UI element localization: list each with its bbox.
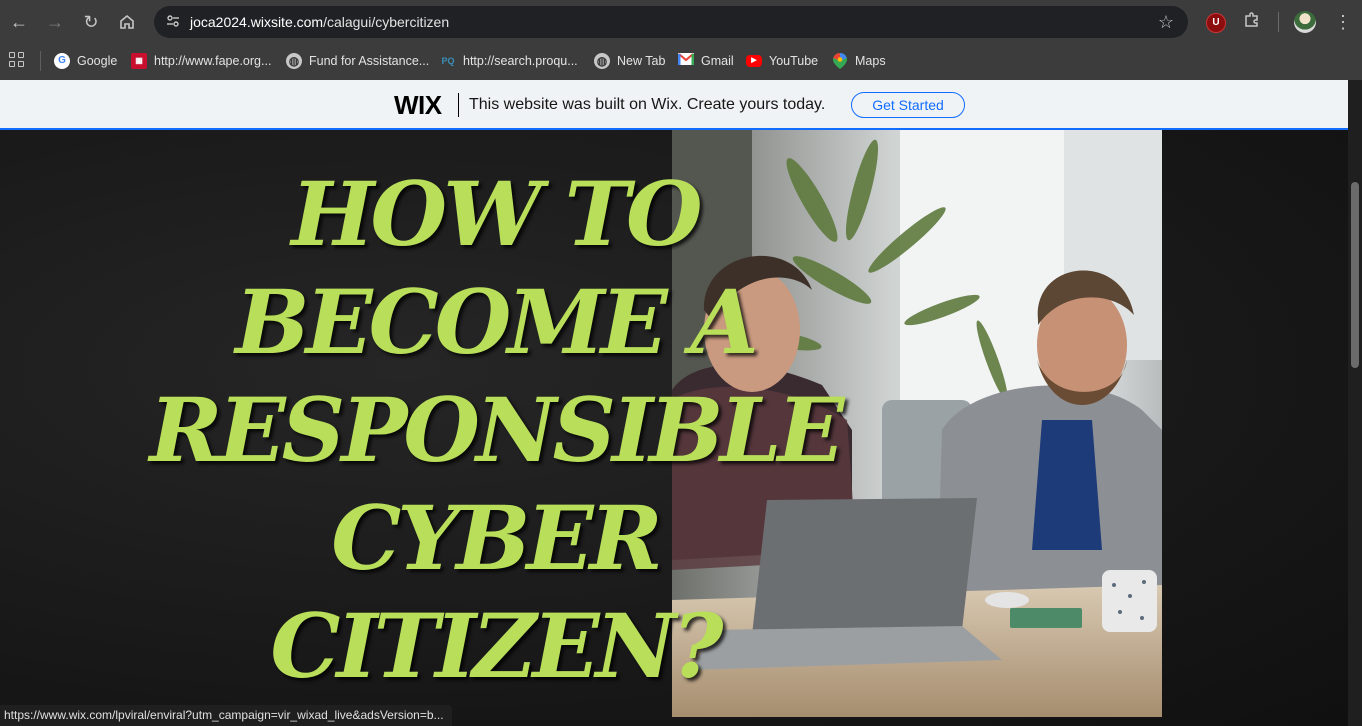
- bookmark-label: Gmail: [701, 54, 734, 68]
- bookmark-fund-for-assistance[interactable]: ◍ Fund for Assistance...: [286, 50, 429, 72]
- bookmarks-separator: [40, 51, 41, 71]
- forward-icon[interactable]: →: [43, 10, 67, 34]
- link-status-bar: https://www.wix.com/lpviral/enviral?utm_…: [0, 705, 452, 726]
- page-scrollbar-track[interactable]: [1348, 80, 1362, 726]
- fape-icon: ▦: [131, 53, 147, 69]
- wix-banner-message: This website was built on Wix. Create yo…: [469, 96, 826, 113]
- bookmark-fape[interactable]: ▦ http://www.fape.org...: [131, 50, 271, 72]
- toolbar-separator: [1278, 12, 1279, 32]
- back-icon[interactable]: ←: [7, 10, 31, 34]
- bookmark-label: YouTube: [769, 54, 819, 68]
- bookmark-label: New Tab: [617, 54, 666, 68]
- bookmark-youtube[interactable]: ▶ YouTube: [746, 50, 818, 72]
- title-line-5: CITIZEN?: [270, 594, 723, 698]
- title-line-2: BECOME A: [235, 270, 759, 374]
- title-line-3: RESPONSIBLE: [149, 378, 844, 482]
- bookmark-label: Fund for Assistance...: [309, 54, 430, 68]
- reload-icon[interactable]: ↻: [79, 10, 103, 34]
- wix-logo[interactable]: WIX: [394, 90, 442, 121]
- wix-divider: [458, 93, 459, 117]
- title-line-4: CYBER: [331, 486, 662, 590]
- bookmark-label: Maps: [855, 54, 886, 68]
- site-info-icon[interactable]: [164, 13, 182, 31]
- page-scrollbar-thumb[interactable]: [1351, 182, 1359, 368]
- get-started-button[interactable]: Get Started: [851, 92, 965, 118]
- google-icon: G: [54, 53, 70, 69]
- hero-section: HOW TO BECOME A RESPONSIBLE CYBER CITIZE…: [0, 130, 1348, 726]
- bookmark-new-tab[interactable]: ◍ New Tab: [594, 50, 665, 72]
- globe-icon: ◍: [286, 53, 302, 69]
- bookmark-label: http://www.fape.org...: [154, 54, 272, 68]
- bookmark-label: Google: [77, 54, 118, 68]
- chrome-menu-icon[interactable]: ⋮: [1334, 10, 1352, 34]
- home-icon[interactable]: [115, 10, 139, 34]
- bookmark-google[interactable]: G Google: [54, 50, 117, 72]
- bookmarks-bar: G Google ▦ http://www.fape.org... ◍ Fund…: [0, 44, 1362, 80]
- wix-promo-banner: WIX This website was built on Wix. Creat…: [0, 80, 1348, 130]
- url-text[interactable]: joca2024.wixsite.com/calagui/cybercitize…: [190, 13, 449, 31]
- maps-icon: [832, 53, 848, 69]
- globe-icon: ◍: [594, 53, 610, 69]
- bookmark-label: http://search.proqu...: [463, 54, 578, 68]
- url-path: /calagui/cybercitizen: [323, 14, 450, 30]
- bookmark-proquest[interactable]: PQ http://search.proqu...: [440, 50, 578, 72]
- browser-toolbar: ← → ↻ joca2024.wixsite.com/calagui/cyber…: [0, 0, 1362, 44]
- proquest-icon: PQ: [441, 56, 455, 66]
- ublock-extension-icon[interactable]: U: [1206, 13, 1226, 33]
- apps-grid-icon[interactable]: [9, 52, 25, 68]
- bookmark-gmail[interactable]: Gmail: [678, 50, 734, 72]
- gmail-icon: [678, 53, 694, 69]
- page-title: HOW TO BECOME A RESPONSIBLE CYBER CITIZE…: [140, 160, 850, 700]
- youtube-icon: ▶: [746, 55, 762, 67]
- profile-avatar[interactable]: [1294, 11, 1316, 33]
- bookmark-maps[interactable]: Maps: [832, 50, 886, 72]
- address-bar[interactable]: joca2024.wixsite.com/calagui/cybercitize…: [154, 6, 1188, 38]
- url-host: joca2024.wixsite.com: [190, 14, 324, 30]
- title-line-1: HOW TO: [291, 162, 702, 266]
- extensions-puzzle-icon[interactable]: [1242, 11, 1262, 31]
- bookmark-star-icon[interactable]: ☆: [1158, 11, 1174, 33]
